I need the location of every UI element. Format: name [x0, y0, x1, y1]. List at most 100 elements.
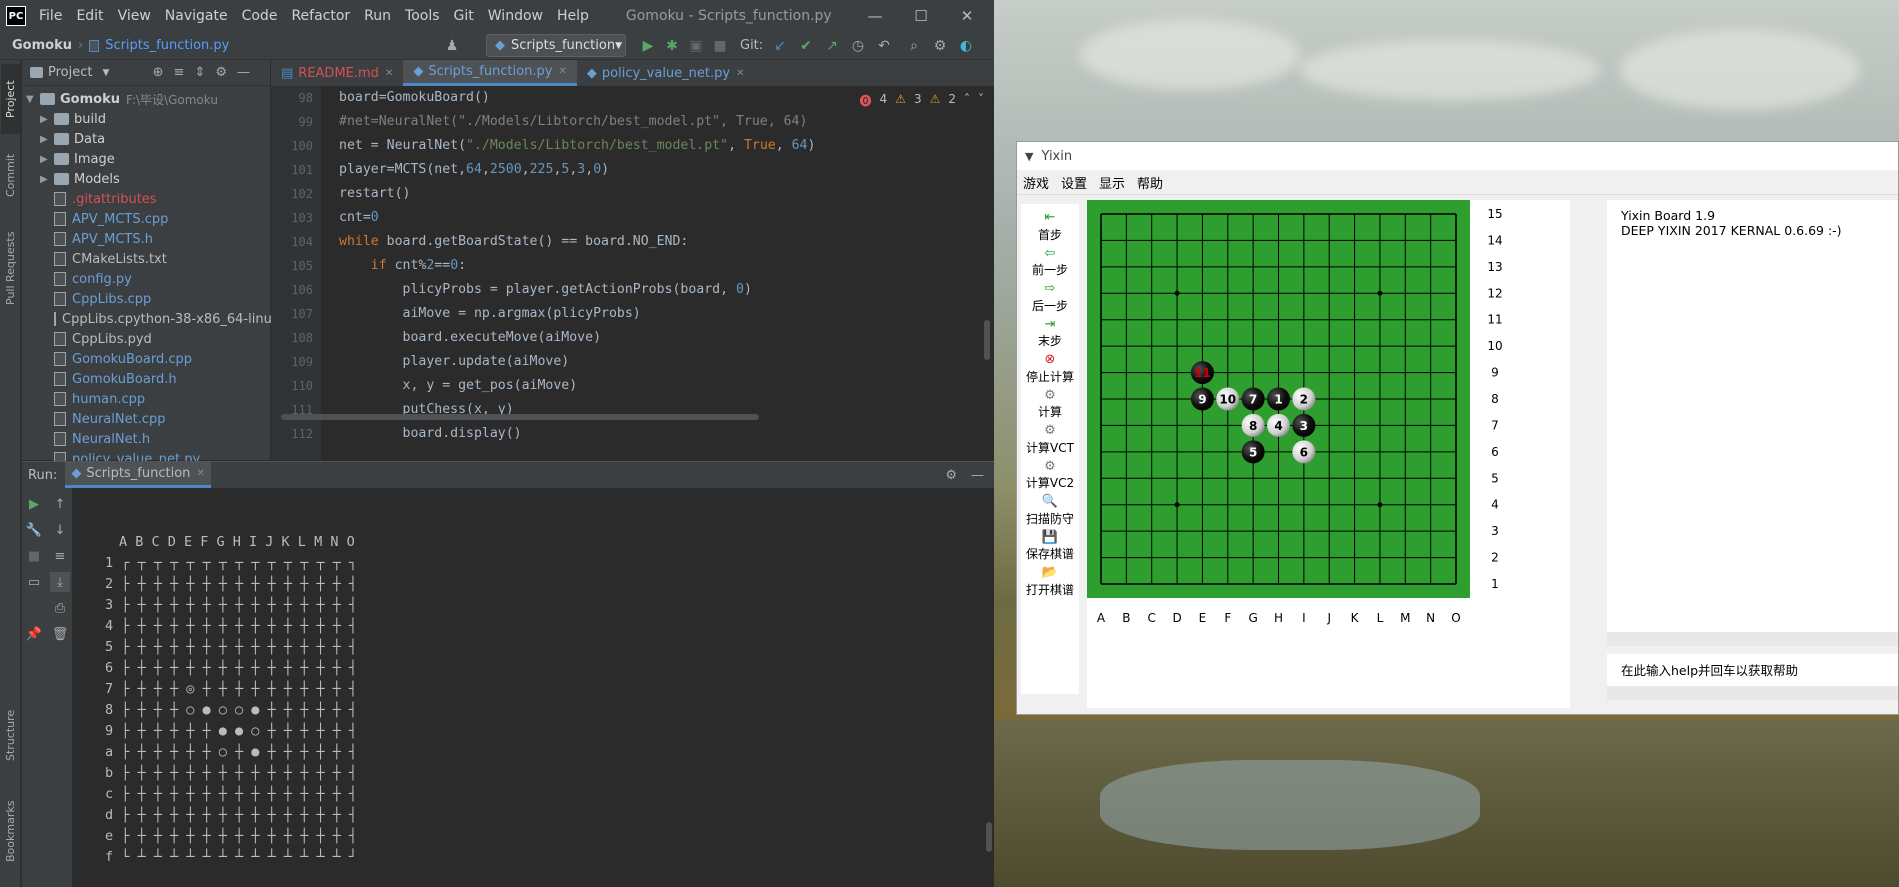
tree-file[interactable]: CppLibs.cpython-38-x86_64-linu	[22, 309, 272, 329]
close-tab-icon[interactable]: ✕	[736, 68, 744, 79]
bookmarks-tool-tab[interactable]: Bookmarks	[1, 786, 20, 876]
horizontal-scrollbar[interactable]	[281, 414, 759, 420]
run-icon[interactable]: ▶	[638, 36, 658, 56]
yixin-menu-item[interactable]: 帮助	[1131, 173, 1169, 192]
tree-file[interactable]: APV_MCTS.cpp	[22, 209, 270, 229]
tool-stop[interactable]: ⊗ 停止计算	[1021, 348, 1079, 388]
console-output[interactable]: A B C D E F G H I J K L M N O 1 ┌ ┬ ┬ ┬ …	[105, 532, 357, 868]
scroll-down-icon[interactable]: ↓	[50, 520, 70, 540]
menu-help[interactable]: Help	[550, 8, 596, 24]
layout-icon[interactable]: ▭	[24, 572, 44, 592]
tree-file[interactable]: NeuralNet.cpp	[22, 409, 270, 429]
tool-prev-move[interactable]: ⇦ 前一步	[1021, 242, 1079, 282]
scroll-to-end-icon[interactable]: ⤓	[50, 572, 70, 592]
chevron-down-icon[interactable]: ˅	[978, 92, 984, 109]
git-push-icon[interactable]: ↗	[822, 36, 842, 56]
user-icon[interactable]: ♟	[442, 36, 462, 56]
tree-file[interactable]: GomokuBoard.h	[22, 369, 270, 389]
tree-file[interactable]: .gitattributes	[22, 189, 270, 209]
tool-save[interactable]: 💾 保存棋谱	[1021, 526, 1079, 566]
pin-icon[interactable]: 📌	[24, 624, 44, 644]
vertical-scrollbar[interactable]	[984, 320, 990, 360]
search-icon[interactable]: ⌕	[904, 36, 924, 56]
input-scrollbar[interactable]	[1607, 686, 1898, 700]
git-update-icon[interactable]: ↙	[770, 36, 790, 56]
tool-compute-vct[interactable]: ⚙ 计算VCT	[1021, 419, 1079, 459]
stop-icon[interactable]: ■	[710, 36, 730, 56]
project-panel-title[interactable]: Project	[48, 65, 92, 80]
plugin-icon[interactable]: ◐	[956, 36, 976, 56]
debug-icon[interactable]: ✱	[662, 36, 682, 56]
yixin-menu-item[interactable]: 设置	[1055, 173, 1093, 192]
close-tab-icon[interactable]: ✕	[196, 468, 204, 479]
tree-file[interactable]: CppLibs.cpp	[22, 289, 270, 309]
tool-scan[interactable]: 🔍 扫描防守	[1021, 490, 1079, 530]
tool-first-move[interactable]: ⇤ 首步	[1021, 206, 1079, 246]
settings-icon[interactable]: ⚙	[930, 36, 950, 56]
tool-compute-vc2[interactable]: ⚙ 计算VC2	[1021, 455, 1079, 495]
tab-policy-value-net[interactable]: ◆ policy_value_net.py ✕	[577, 60, 755, 86]
tool-next-move[interactable]: ⇨ 后一步	[1021, 277, 1079, 317]
inspection-widget[interactable]: ⓿4 ⚠ 3 ⚠ 2 ˄ ˅	[860, 92, 984, 109]
structure-tool-tab[interactable]: Structure	[1, 700, 20, 770]
run-configuration-select[interactable]: ◆ Scripts_function ▼	[486, 34, 626, 57]
menu-tools[interactable]: Tools	[398, 8, 447, 24]
tool-last-move[interactable]: ⇥ 末步	[1021, 313, 1079, 353]
chevron-up-icon[interactable]: ˄	[964, 92, 970, 109]
menu-window[interactable]: Window	[481, 8, 550, 24]
tree-file[interactable]: APV_MCTS.h	[22, 229, 270, 249]
gomoku-board[interactable]: 151413121110987654321A B C D E F G H I J K L M N O1 234…	[1087, 200, 1570, 708]
project-tool-tab[interactable]: Project	[1, 64, 20, 134]
tool-compute[interactable]: ⚙ 计算	[1021, 384, 1079, 424]
git-commit-icon[interactable]: ✔	[796, 36, 816, 56]
menu-code[interactable]: Code	[235, 8, 285, 24]
hide-panel-icon[interactable]: —	[971, 468, 984, 483]
tree-file[interactable]: CMakeLists.txt	[22, 249, 270, 269]
tree-file[interactable]: GomokuBoard.cpp	[22, 349, 270, 369]
menu-file[interactable]: File	[32, 8, 69, 24]
print-icon[interactable]: ⎙	[50, 598, 70, 618]
tree-folder[interactable]: ▶ build	[22, 109, 270, 129]
close-tab-icon[interactable]: ✕	[385, 68, 393, 79]
breadcrumb-file[interactable]: Scripts_function.py	[105, 38, 229, 53]
tree-file[interactable]: CppLibs.pyd	[22, 329, 270, 349]
wrench-icon[interactable]: 🔧	[24, 520, 44, 540]
pull-requests-tool-tab[interactable]: Pull Requests	[1, 218, 20, 318]
tool-open[interactable]: 📂 打开棋谱	[1021, 561, 1079, 601]
close-icon[interactable]: ✕	[944, 0, 990, 32]
tree-file[interactable]: NeuralNet.h	[22, 429, 270, 449]
trash-icon[interactable]: 🗑	[50, 624, 70, 644]
yixin-command-input[interactable]: 在此输入help并回车以获取帮助	[1607, 654, 1898, 700]
code-area[interactable]: board=GomokuBoard() #net=NeuralNet("./Mod…	[339, 86, 979, 460]
yixin-menu-item[interactable]: 显示	[1093, 173, 1131, 192]
tree-file[interactable]: config.py	[22, 269, 270, 289]
commit-tool-tab[interactable]: Commit	[1, 140, 20, 210]
close-tab-icon[interactable]: ✕	[559, 66, 567, 77]
tree-folder[interactable]: ▶ Image	[22, 149, 270, 169]
scroll-up-icon[interactable]: ↑	[50, 494, 70, 514]
settings-icon[interactable]: ⚙	[945, 468, 957, 483]
tree-file[interactable]: human.cpp	[22, 389, 270, 409]
menu-view[interactable]: View	[111, 8, 158, 24]
run-tab[interactable]: ◆ Scripts_function ✕	[65, 462, 211, 488]
console-scrollbar[interactable]	[986, 822, 992, 852]
tab-readme[interactable]: ▤ README.md ✕	[271, 60, 403, 86]
tree-root[interactable]: ▼ Gomoku F:\毕设\Gomoku	[22, 89, 270, 109]
tree-folder[interactable]: ▶ Models	[22, 169, 270, 189]
chevron-down-icon[interactable]: ▼	[102, 68, 109, 78]
menu-git[interactable]: Git	[447, 8, 481, 24]
tree-folder[interactable]: ▶ Data	[22, 129, 270, 149]
yixin-menu-item[interactable]: 游戏	[1017, 173, 1055, 192]
history-icon[interactable]: ◷	[848, 36, 868, 56]
menu-edit[interactable]: Edit	[69, 8, 110, 24]
rollback-icon[interactable]: ↶	[874, 36, 894, 56]
tab-scripts-function[interactable]: ◆ Scripts_function.py ✕	[403, 60, 577, 86]
rerun-icon[interactable]: ▶	[24, 494, 44, 514]
menu-run[interactable]: Run	[357, 8, 398, 24]
menu-navigate[interactable]: Navigate	[158, 8, 235, 24]
minimize-icon[interactable]: —	[852, 0, 898, 32]
breadcrumb-project[interactable]: Gomoku	[12, 38, 72, 53]
soft-wrap-icon[interactable]: ≡	[50, 546, 70, 566]
menu-refactor[interactable]: Refactor	[284, 8, 357, 24]
stop-icon[interactable]: ■	[24, 546, 44, 566]
